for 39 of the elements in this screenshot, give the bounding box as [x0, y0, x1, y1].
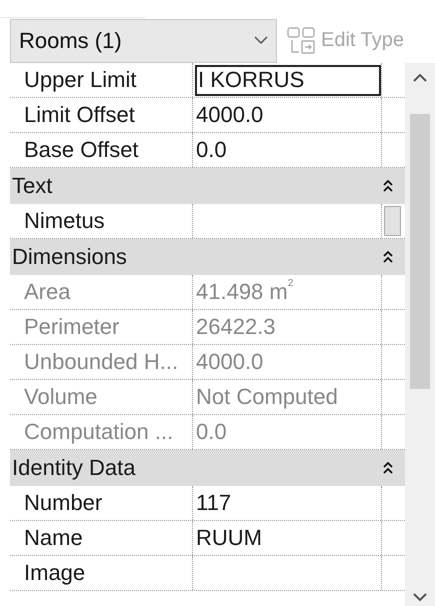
- type-selector[interactable]: Rooms (1): [10, 18, 277, 62]
- property-value: 26422.3: [195, 314, 276, 340]
- property-label: Number: [24, 490, 102, 516]
- collapse-icon[interactable]: [383, 251, 393, 263]
- property-label: Image: [24, 560, 86, 586]
- property-label: Upper Limit: [24, 67, 136, 93]
- collapse-icon[interactable]: [383, 180, 393, 192]
- category-label: Dimensions: [11, 244, 127, 270]
- property-value: 41.498 m$^{2}$: [195, 279, 294, 305]
- property-label: Volume: [24, 384, 98, 410]
- category-header[interactable]: Identity Data: [10, 450, 405, 486]
- category-header[interactable]: Text: [10, 168, 405, 204]
- scrollbar[interactable]: [405, 63, 435, 606]
- value-field[interactable]: I KORRUS: [195, 64, 381, 96]
- property-label: Base Offset: [24, 137, 139, 163]
- property-label: Area: [24, 279, 70, 305]
- scroll-down-icon[interactable]: [413, 592, 427, 602]
- property-value: RUUM: [195, 525, 262, 551]
- scroll-up-icon[interactable]: [413, 73, 427, 83]
- chevron-down-icon: [254, 36, 268, 45]
- property-label: Unbounded H...: [24, 349, 178, 375]
- property-value: Not Computed: [195, 384, 338, 410]
- collapse-icon[interactable]: [383, 462, 393, 474]
- category-label: Identity Data: [11, 455, 136, 481]
- property-value: 4000.0: [195, 349, 264, 375]
- type-label: Rooms (1): [19, 28, 122, 54]
- category-header[interactable]: Dimensions: [10, 239, 405, 275]
- property-label: Name: [24, 525, 83, 551]
- property-value: 0.0: [195, 419, 227, 445]
- scroll-thumb[interactable]: [410, 114, 430, 389]
- category-label: Text: [11, 173, 52, 199]
- property-value: 4000.0: [195, 102, 264, 128]
- property-label: Nimetus: [24, 208, 105, 234]
- property-value: 117: [195, 490, 232, 516]
- edit-type-icon: [287, 26, 317, 54]
- property-label: Perimeter: [24, 314, 120, 340]
- property-label: Computation ...: [24, 419, 174, 445]
- property-label: Limit Offset: [24, 102, 135, 128]
- property-value: 0.0: [195, 137, 227, 163]
